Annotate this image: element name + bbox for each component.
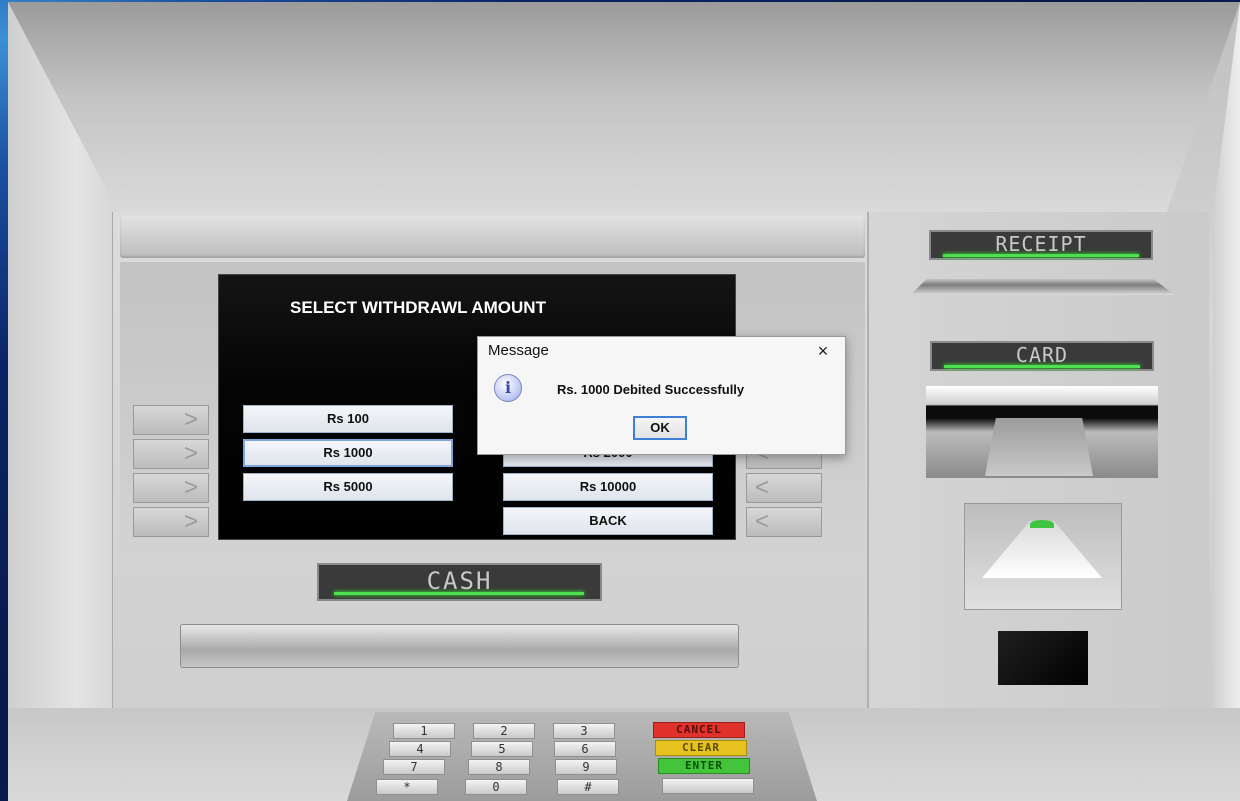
card-indicator-light <box>944 365 1140 368</box>
receipt-label-text: RECEIPT <box>995 232 1087 256</box>
booth-right-wall <box>1213 2 1240 712</box>
ok-button[interactable]: OK <box>633 416 687 440</box>
camera-sensor <box>998 631 1088 685</box>
deposit-indicator-light <box>1030 520 1054 528</box>
key-8[interactable]: 8 <box>468 759 530 775</box>
amount-button-rs-10000[interactable]: Rs 10000 <box>503 473 713 501</box>
dialog-message: Rs. 1000 Debited Successfully <box>557 382 745 397</box>
side-key-right-3[interactable]: < <box>746 473 822 503</box>
cash-indicator-light <box>334 592 584 595</box>
back-button[interactable]: BACK <box>503 507 713 535</box>
card-label-text: CARD <box>1015 343 1069 367</box>
cash-label: CASH <box>317 563 602 601</box>
atm-top-bar <box>120 216 865 258</box>
key-3[interactable]: 3 <box>553 723 615 739</box>
key-2[interactable]: 2 <box>473 723 535 739</box>
clear-key[interactable]: CLEAR <box>655 740 747 756</box>
side-key-left-1[interactable]: > <box>133 405 209 435</box>
key-1[interactable]: 1 <box>393 723 455 739</box>
side-key-right-4[interactable]: < <box>746 507 822 537</box>
receipt-indicator-light <box>943 254 1139 257</box>
amount-button-rs-5000[interactable]: Rs 5000 <box>243 473 453 501</box>
amount-button-rs-100[interactable]: Rs 100 <box>243 405 453 433</box>
key-4[interactable]: 4 <box>389 741 451 757</box>
enter-key[interactable]: ENTER <box>658 758 750 774</box>
cash-dispenser-slot <box>180 624 739 668</box>
key-9[interactable]: 9 <box>555 759 617 775</box>
info-icon: i <box>494 374 522 402</box>
key-0[interactable]: 0 <box>465 779 527 795</box>
cancel-key[interactable]: CANCEL <box>653 722 745 738</box>
booth-ceiling <box>8 2 1240 214</box>
amount-button-rs-1000[interactable]: Rs 1000 <box>243 439 453 467</box>
dialog-title: Message <box>488 342 549 359</box>
side-key-left-4[interactable]: > <box>133 507 209 537</box>
key-7[interactable]: 7 <box>383 759 445 775</box>
key-5[interactable]: 5 <box>471 741 533 757</box>
cash-label-text: CASH <box>426 567 493 595</box>
blank-key[interactable] <box>662 778 754 794</box>
card-slot-guide <box>985 418 1093 476</box>
key-6[interactable]: 6 <box>554 741 616 757</box>
close-icon[interactable]: × <box>812 340 834 362</box>
screen-title: SELECT WITHDRAWL AMOUNT <box>290 298 546 317</box>
side-key-left-2[interactable]: > <box>133 439 209 469</box>
side-key-left-3[interactable]: > <box>133 473 209 503</box>
key-star[interactable]: * <box>376 779 438 795</box>
key-hash[interactable]: # <box>557 779 619 795</box>
